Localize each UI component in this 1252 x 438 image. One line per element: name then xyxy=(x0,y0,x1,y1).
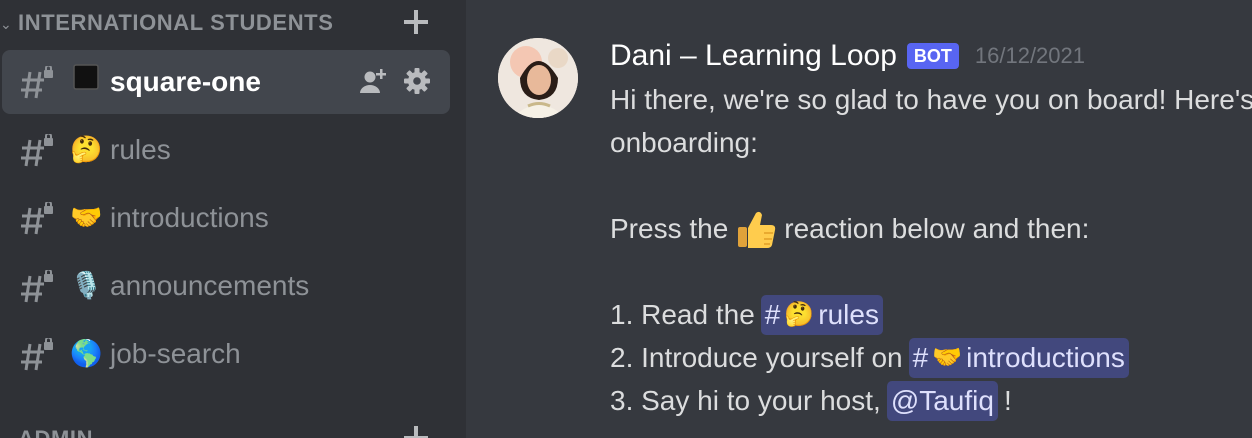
channel-job-search[interactable]: 🌎 job-search xyxy=(2,322,450,386)
bot-badge: BOT xyxy=(906,43,959,69)
channel-square-one[interactable]: square-one xyxy=(2,50,450,114)
locked-hash-icon xyxy=(21,270,53,303)
channel-announcements[interactable]: 🎙️ announcements xyxy=(2,254,450,318)
channel-mention-emoji: 🤝 xyxy=(932,344,963,371)
thumbs-up-icon xyxy=(738,211,776,248)
gear-icon[interactable] xyxy=(402,66,432,96)
channel-name: job-search xyxy=(110,338,241,369)
timestamp: 16/12/2021 xyxy=(974,43,1085,68)
locked-hash-icon xyxy=(21,66,53,99)
step-1-text: 1. Read the xyxy=(610,299,755,330)
channel-name: square-one xyxy=(110,66,261,97)
channel-emoji xyxy=(70,64,102,96)
step-3-text: 3. Say hi to your host, xyxy=(610,385,881,416)
user-mention[interactable]: @Taufiq xyxy=(886,380,998,421)
locked-hash-icon xyxy=(21,202,53,235)
message-header: Dani – Learning Loop BOT 16/12/2021 xyxy=(610,36,1085,76)
channel-emoji: 🎙️ xyxy=(70,270,103,300)
message-content: Hi there, we're so glad to have you on b… xyxy=(610,78,1252,422)
message-line: onboarding: xyxy=(610,127,758,158)
channel-name: introductions xyxy=(110,202,269,233)
channel-introductions[interactable]: 🤝 introductions xyxy=(2,186,450,250)
channel-mention-introductions[interactable]: # 🤝 introductions xyxy=(908,337,1129,378)
hash-icon: # xyxy=(764,299,781,330)
channel-mention-emoji: 🤔 xyxy=(784,301,815,328)
channel-mention-rules[interactable]: # 🤔 rules xyxy=(760,294,883,335)
channel-emoji: 🤔 xyxy=(70,134,103,164)
channel-mention-name: introductions xyxy=(966,342,1125,373)
channel-sidebar: ⌄ INTERNATIONAL STUDENTS square-one 🤔 ru… xyxy=(0,0,466,438)
channel-name: announcements xyxy=(110,270,310,301)
plus-icon[interactable] xyxy=(402,424,430,438)
step-2: 2. Introduce yourself on # 🤝 introductio… xyxy=(610,336,1252,379)
category-label: INTERNATIONAL STUDENTS xyxy=(18,10,334,35)
chevron-down-icon: ⌄ xyxy=(0,16,12,32)
channel-emoji: 🤝 xyxy=(70,202,103,232)
locked-hash-icon xyxy=(21,134,53,167)
step-3: 3. Say hi to your host, @Taufiq ! xyxy=(610,379,1252,422)
press-before-text: Press the xyxy=(610,213,729,244)
message-line: Press the reaction below and then: xyxy=(610,207,1252,250)
category-label-admin[interactable]: ADMIN xyxy=(18,426,93,438)
channel-rules[interactable]: 🤔 rules xyxy=(2,118,450,182)
channel-emoji: 🌎 xyxy=(70,338,103,368)
hash-icon: # xyxy=(912,342,929,373)
message-area: Dani – Learning Loop BOT 16/12/2021 Hi t… xyxy=(466,0,1252,438)
plus-icon[interactable] xyxy=(402,8,430,36)
channel-name: rules xyxy=(110,134,171,165)
channel-mention-name: rules xyxy=(818,299,879,330)
step-3-suffix: ! xyxy=(1003,385,1012,416)
locked-hash-icon xyxy=(21,338,53,371)
step-1: 1. Read the # 🤔 rules xyxy=(610,293,1252,336)
author-name[interactable]: Dani – Learning Loop xyxy=(610,39,897,73)
avatar[interactable] xyxy=(498,38,578,118)
category-header[interactable]: ⌄ INTERNATIONAL STUDENTS xyxy=(0,0,466,48)
step-2-text: 2. Introduce yourself on xyxy=(610,342,903,373)
press-after-text: reaction below and then: xyxy=(784,213,1090,244)
add-member-icon[interactable] xyxy=(358,66,390,98)
message-line: Hi there, we're so glad to have you on b… xyxy=(610,84,1252,115)
